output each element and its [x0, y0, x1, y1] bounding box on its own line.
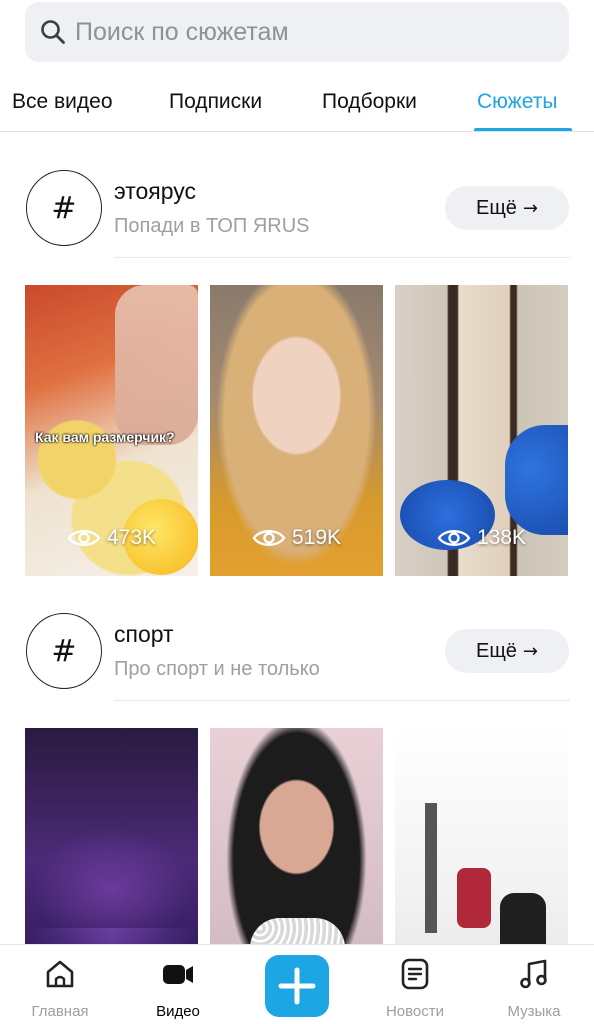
news-icon: [401, 958, 429, 990]
view-count: 138K: [395, 526, 568, 550]
eye-icon: [437, 530, 471, 546]
view-count-text: 473K: [106, 526, 157, 549]
nav-label: Главная: [31, 1003, 89, 1020]
stand-shape: [425, 803, 437, 933]
hashtag-icon[interactable]: #: [26, 613, 102, 689]
plus-icon: [278, 967, 316, 1005]
create-button[interactable]: [265, 955, 329, 1017]
tab-bar: Все видео Подписки Подборки Сюжеты: [0, 78, 594, 132]
video-row: Как вам размерчик? 473K 519K 138K: [25, 285, 568, 576]
video-thumbnail[interactable]: 138K: [395, 285, 568, 576]
nav-label: Новости: [385, 1003, 445, 1020]
hashtag-icon[interactable]: #: [26, 170, 102, 246]
tab-collections[interactable]: Подборки: [322, 90, 417, 114]
eye-icon: [252, 530, 286, 546]
section-divider: [114, 257, 570, 258]
section-title[interactable]: спорт: [114, 621, 174, 648]
view-count: 473K: [25, 526, 198, 550]
section-header: # этоярус Попади в ТОП ЯRUS Ещё →: [0, 170, 594, 260]
nav-item-news[interactable]: Новости: [365, 945, 465, 1024]
search-placeholder: Поиск по сюжетам: [75, 17, 289, 46]
eye-icon: [67, 530, 101, 546]
person-shape: [457, 868, 491, 928]
section-subtitle: Про спорт и не только: [114, 658, 320, 680]
nav-item-video[interactable]: Видео: [128, 945, 228, 1024]
view-count: 519K: [210, 526, 383, 550]
search-input[interactable]: Поиск по сюжетам: [25, 2, 569, 62]
arrow-right-icon: →: [522, 197, 538, 219]
tabs-divider: [0, 131, 594, 132]
tab-subscriptions[interactable]: Подписки: [169, 90, 262, 114]
home-icon: [46, 960, 74, 988]
view-count-text: 519K: [291, 526, 342, 549]
video-thumbnail[interactable]: Как вам размерчик? 473K: [25, 285, 198, 576]
section-title[interactable]: этоярус: [114, 178, 196, 205]
video-camera-icon: [163, 965, 193, 984]
more-label: Ещё: [475, 639, 517, 662]
section-subtitle: Попади в ТОП ЯRUS: [114, 215, 310, 237]
tab-all-videos[interactable]: Все видео: [12, 90, 113, 114]
arrow-right-icon: →: [522, 640, 538, 662]
video-thumbnail[interactable]: 519K: [210, 285, 383, 576]
section-divider: [114, 700, 570, 701]
tab-stories[interactable]: Сюжеты: [477, 90, 557, 114]
nav-label: Видео: [156, 1003, 200, 1020]
video-caption: Как вам размерчик?: [35, 429, 175, 445]
nav-item-music[interactable]: Музыка: [484, 945, 584, 1024]
section-header: # спорт Про спорт и не только Ещё →: [0, 613, 594, 703]
more-button[interactable]: Ещё →: [445, 629, 569, 673]
music-note-icon: [520, 959, 547, 989]
more-button[interactable]: Ещё →: [445, 186, 569, 230]
nav-item-home[interactable]: Главная: [10, 945, 110, 1024]
nav-label: Музыка: [507, 1003, 561, 1020]
bottom-navigation: Главная Видео Новости Музыка: [0, 944, 594, 1024]
more-label: Ещё: [475, 196, 517, 219]
view-count-text: 138K: [476, 526, 527, 549]
search-icon: [41, 20, 65, 44]
hand-shape: [115, 285, 198, 445]
blue-object-shape: [505, 425, 568, 535]
